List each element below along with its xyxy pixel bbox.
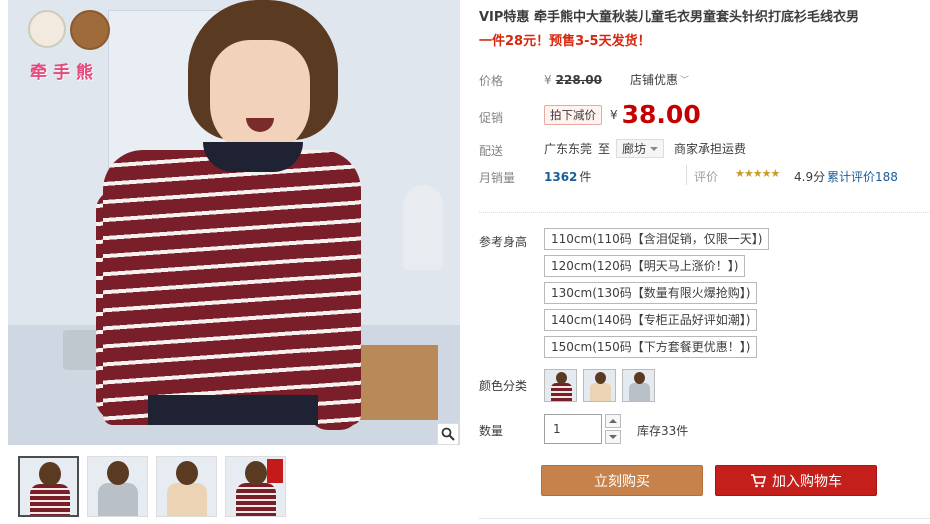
product-title: VIP特惠 牵手熊中大童秋装儿童毛衣男童套头针织打底衫毛线衣男	[479, 10, 859, 25]
color-swatch	[551, 383, 572, 401]
size-option-120[interactable]: 120cm(120码【明天马上涨价！】)	[544, 255, 746, 277]
shop-discount-label: 店铺优惠	[629, 73, 678, 87]
product-subtitle: 一件28元！预售3-5天发货！	[479, 34, 651, 49]
size-option-140[interactable]: 140cm(140码【专柜正品好评如潮】)	[544, 309, 758, 331]
review-count-link[interactable]: 累计评价188	[827, 168, 898, 185]
currency-symbol: ¥	[544, 72, 552, 87]
destination-value: 廊坊	[622, 142, 647, 156]
thumbnail-1[interactable]	[18, 456, 79, 517]
currency-symbol: ¥	[610, 107, 618, 122]
price-label: 价格	[479, 74, 504, 88]
size-option-110[interactable]: 110cm(110码【含泪促销，仅限一天】)	[544, 228, 770, 250]
promo-row: 拍下减价 ¥ 38.00	[544, 100, 701, 129]
white-bear-icon	[28, 10, 66, 48]
divider	[479, 212, 930, 213]
color-option-red-stripe[interactable]	[544, 369, 577, 402]
promo-label: 促销	[479, 111, 504, 125]
thumbnail-sweater	[30, 484, 70, 515]
monthly-sales-label: 月销量	[479, 171, 516, 185]
product-main-image[interactable]: 牵手熊	[8, 0, 460, 445]
zoom-button[interactable]	[437, 423, 459, 445]
ship-to-word: 至	[598, 142, 611, 156]
price-row: ¥ 228.00 店铺优惠 ﹀	[544, 71, 689, 88]
child-face	[210, 40, 310, 155]
magnifier-icon	[441, 427, 455, 441]
swatch-head	[634, 372, 645, 384]
monthly-sales-count: 1362	[544, 169, 578, 184]
product-info-panel: VIP特惠 牵手熊中大童秋装儿童毛衣男童套头针织打底衫毛线衣男 一件28元！预售…	[479, 0, 930, 524]
delivery-row: 广东东莞 至 廊坊 商家承担运费	[544, 139, 746, 158]
size-options: 110cm(110码【含泪促销，仅限一天】) 120cm(120码【明天马上涨价…	[544, 228, 770, 358]
caret-down-icon	[650, 146, 659, 151]
sweater-collar	[203, 142, 303, 172]
cart-icon	[751, 473, 766, 487]
color-option-cream[interactable]	[583, 369, 616, 402]
color-swatch	[629, 383, 650, 401]
buy-now-button[interactable]: 立刻购买	[541, 465, 703, 496]
color-options	[544, 369, 655, 402]
thumbnail-head	[39, 462, 61, 486]
brand-logo: 牵手熊	[26, 8, 136, 88]
add-to-cart-label: 加入购物车	[772, 473, 842, 490]
thumbnail-sweater	[167, 483, 207, 516]
thumbnail-head	[245, 461, 267, 485]
thumbnail-head	[176, 461, 198, 485]
thumbnail-2[interactable]	[87, 456, 148, 517]
original-price: 228.00	[555, 72, 602, 87]
background-vase	[403, 185, 443, 270]
thumbnail-sweater	[236, 483, 276, 516]
arrow-up-icon	[609, 419, 617, 423]
rating-score: 4.9分	[794, 170, 826, 184]
size-option-130[interactable]: 130cm(130码【数量有限火爆抢购】)	[544, 282, 758, 304]
brown-bear-icon	[70, 10, 110, 50]
chevron-down-icon: ﹀	[679, 76, 689, 86]
thumbnail-price-tag	[267, 459, 283, 483]
thumbnail-4[interactable]	[225, 456, 286, 517]
quantity-label: 数量	[479, 424, 504, 438]
freight-note: 商家承担运费	[674, 142, 747, 156]
color-label: 颜色分类	[479, 379, 528, 393]
quantity-decrease-button[interactable]	[605, 430, 621, 444]
quantity-stepper	[605, 414, 621, 444]
brand-logo-text: 牵手熊	[30, 63, 99, 83]
thumbnail-head	[107, 461, 129, 485]
rating-stars: ★★★★★	[735, 167, 780, 180]
sweater-sleeve-right	[308, 190, 360, 430]
thumbnail-sweater	[98, 483, 138, 516]
shop-discount-dropdown[interactable]: 店铺优惠 ﹀	[630, 71, 689, 88]
swatch-head	[556, 372, 567, 384]
ship-from: 广东东莞	[544, 142, 593, 156]
monthly-sales-unit: 件	[579, 170, 592, 184]
add-to-cart-button[interactable]: 加入购物车	[715, 465, 877, 496]
background-crate	[358, 345, 438, 420]
arrow-down-icon	[609, 435, 617, 439]
monthly-sales-row: 1362 件	[544, 168, 591, 185]
divider	[686, 165, 687, 185]
buy-now-label: 立刻购买	[594, 473, 650, 490]
size-label: 参考身高	[479, 235, 528, 249]
color-swatch	[590, 383, 611, 401]
promo-tag: 拍下减价	[544, 104, 602, 125]
thumbnail-3[interactable]	[156, 456, 217, 517]
destination-select[interactable]: 廊坊	[616, 139, 665, 158]
quantity-increase-button[interactable]	[605, 414, 621, 428]
divider	[479, 518, 930, 519]
sweater-hem	[148, 395, 318, 425]
delivery-label: 配送	[479, 144, 504, 158]
size-option-150[interactable]: 150cm(150码【下方套餐更优惠！】)	[544, 336, 758, 358]
rating-label: 评价	[694, 170, 719, 184]
promo-price: 38.00	[621, 100, 701, 129]
quantity-input[interactable]: 1	[544, 414, 602, 444]
thumbnail-strip	[18, 456, 286, 517]
swatch-head	[595, 372, 606, 384]
color-option-grey[interactable]	[622, 369, 655, 402]
stock-count: 库存33件	[637, 424, 689, 438]
